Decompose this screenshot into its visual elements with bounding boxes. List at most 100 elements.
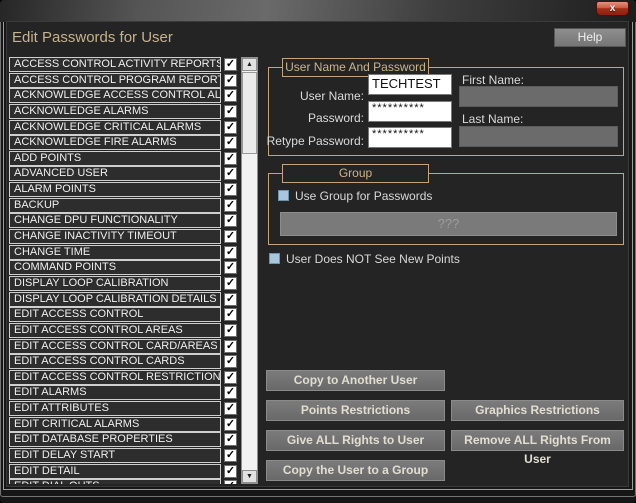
scroll-down-icon[interactable]: ▼ xyxy=(242,470,257,483)
right-label[interactable]: ACKNOWLEDGE FIRE ALARMS xyxy=(9,135,221,150)
points-restrictions-button[interactable]: Points Restrictions xyxy=(266,400,445,421)
right-label[interactable]: EDIT ACCESS CONTROL xyxy=(9,307,221,322)
right-label[interactable]: CHANGE TIME xyxy=(9,245,221,260)
right-checkbox[interactable]: ✓ xyxy=(224,386,237,399)
list-item[interactable]: EDIT ACCESS CONTROL CARD/AREAS ✓ xyxy=(9,339,239,354)
right-label[interactable]: ACKNOWLEDGE ACCESS CONTROL ALA xyxy=(9,88,221,103)
right-checkbox[interactable]: ✓ xyxy=(224,308,237,321)
right-checkbox[interactable]: ✓ xyxy=(224,480,237,484)
right-checkbox[interactable]: ✓ xyxy=(224,214,237,227)
right-checkbox[interactable]: ✓ xyxy=(224,324,237,337)
list-item[interactable]: EDIT DELAY START ✓ xyxy=(9,448,239,463)
right-label[interactable]: EDIT ACCESS CONTROL CARD/AREAS xyxy=(9,339,221,354)
use-group-checkbox[interactable] xyxy=(278,190,289,201)
right-checkbox[interactable]: ✓ xyxy=(224,340,237,353)
list-item[interactable]: EDIT ACCESS CONTROL AREAS ✓ xyxy=(9,323,239,338)
list-item[interactable]: EDIT DETAIL ✓ xyxy=(9,464,239,479)
right-checkbox[interactable]: ✓ xyxy=(224,246,237,259)
right-label[interactable]: ACKNOWLEDGE ALARMS xyxy=(9,104,221,119)
right-label[interactable]: EDIT ATTRIBUTES xyxy=(9,401,221,416)
right-checkbox[interactable]: ✓ xyxy=(224,74,237,87)
no-new-points-checkbox[interactable] xyxy=(269,253,280,264)
right-checkbox[interactable]: ✓ xyxy=(224,418,237,431)
right-label[interactable]: CHANGE INACTIVITY TIMEOUT xyxy=(9,229,221,244)
scroll-up-icon[interactable]: ▲ xyxy=(242,58,257,71)
right-label[interactable]: BACKUP xyxy=(9,198,221,213)
give-all-rights-button[interactable]: Give ALL Rights to User xyxy=(266,430,445,451)
list-item[interactable]: DISPLAY LOOP CALIBRATION DETAILS ✓ xyxy=(9,292,239,307)
right-label[interactable]: COMMAND POINTS xyxy=(9,260,221,275)
right-checkbox[interactable]: ✓ xyxy=(224,277,237,290)
copy-to-another-user-button[interactable]: Copy to Another User xyxy=(266,370,445,391)
list-item[interactable]: EDIT DIAL OUTS ✓ xyxy=(9,479,239,484)
copy-user-to-group-button[interactable]: Copy the User to a Group xyxy=(266,460,445,481)
password-input[interactable]: ********** xyxy=(368,101,452,122)
right-label[interactable]: EDIT ACCESS CONTROL CARDS xyxy=(9,354,221,369)
right-label[interactable]: DISPLAY LOOP CALIBRATION DETAILS xyxy=(9,292,221,307)
user-name-input[interactable]: TECHTEST xyxy=(368,74,452,95)
list-item[interactable]: COMMAND POINTS ✓ xyxy=(9,260,239,275)
list-item[interactable]: EDIT ACCESS CONTROL CARDS ✓ xyxy=(9,354,239,369)
list-item[interactable]: EDIT ALARMS ✓ xyxy=(9,385,239,400)
right-checkbox[interactable]: ✓ xyxy=(224,449,237,462)
right-checkbox[interactable]: ✓ xyxy=(224,58,237,71)
right-label[interactable]: ACCESS CONTROL ACTIVITY REPORTS xyxy=(9,57,221,72)
list-item[interactable]: ACKNOWLEDGE CRITICAL ALARMS ✓ xyxy=(9,120,239,135)
right-label[interactable]: ALARM POINTS xyxy=(9,182,221,197)
right-label[interactable]: CHANGE DPU FUNCTIONALITY xyxy=(9,213,221,228)
right-checkbox[interactable]: ✓ xyxy=(224,183,237,196)
right-label[interactable]: ADVANCED USER xyxy=(9,166,221,181)
right-checkbox[interactable]: ✓ xyxy=(224,355,237,368)
right-label[interactable]: EDIT DATABASE PROPERTIES xyxy=(9,432,221,447)
edit-passwords-dialog: x Edit Passwords for User Help ACCESS CO… xyxy=(0,0,636,503)
list-item[interactable]: ACCESS CONTROL ACTIVITY REPORTS ✓ xyxy=(9,57,239,72)
right-checkbox[interactable]: ✓ xyxy=(224,152,237,165)
right-checkbox[interactable]: ✓ xyxy=(224,105,237,118)
list-item[interactable]: CHANGE TIME ✓ xyxy=(9,245,239,260)
right-checkbox[interactable]: ✓ xyxy=(224,136,237,149)
help-button[interactable]: Help xyxy=(554,28,626,47)
list-item[interactable]: ALARM POINTS ✓ xyxy=(9,182,239,197)
right-label[interactable]: EDIT ACCESS CONTROL RESTRICTIONS xyxy=(9,370,221,385)
right-checkbox[interactable]: ✓ xyxy=(224,433,237,446)
list-item[interactable]: EDIT ATTRIBUTES ✓ xyxy=(9,401,239,416)
list-item[interactable]: EDIT ACCESS CONTROL ✓ xyxy=(9,307,239,322)
right-label[interactable]: ACCESS CONTROL PROGRAM REPORTS xyxy=(9,73,221,88)
right-checkbox[interactable]: ✓ xyxy=(224,121,237,134)
close-icon[interactable]: x xyxy=(596,1,629,16)
graphics-restrictions-button[interactable]: Graphics Restrictions xyxy=(451,400,624,421)
list-item[interactable]: EDIT ACCESS CONTROL RESTRICTIONS ✓ xyxy=(9,370,239,385)
right-label[interactable]: EDIT ACCESS CONTROL AREAS xyxy=(9,323,221,338)
list-item[interactable]: ACKNOWLEDGE ALARMS ✓ xyxy=(9,104,239,119)
retype-password-input[interactable]: ********** xyxy=(368,127,452,148)
right-label[interactable]: DISPLAY LOOP CALIBRATION xyxy=(9,276,221,291)
remove-all-rights-button[interactable]: Remove ALL Rights From User xyxy=(451,430,624,451)
list-item[interactable]: ADVANCED USER ✓ xyxy=(9,166,239,181)
list-item[interactable]: BACKUP ✓ xyxy=(9,198,239,213)
right-checkbox[interactable]: ✓ xyxy=(224,167,237,180)
list-item[interactable]: DISPLAY LOOP CALIBRATION ✓ xyxy=(9,276,239,291)
right-checkbox[interactable]: ✓ xyxy=(224,293,237,306)
list-item[interactable]: ACKNOWLEDGE FIRE ALARMS ✓ xyxy=(9,135,239,150)
right-label[interactable]: EDIT ALARMS xyxy=(9,385,221,400)
right-checkbox[interactable]: ✓ xyxy=(224,230,237,243)
list-item[interactable]: ADD POINTS ✓ xyxy=(9,151,239,166)
right-checkbox[interactable]: ✓ xyxy=(224,199,237,212)
right-checkbox[interactable]: ✓ xyxy=(224,465,237,478)
list-item[interactable]: CHANGE INACTIVITY TIMEOUT ✓ xyxy=(9,229,239,244)
list-item[interactable]: ACKNOWLEDGE ACCESS CONTROL ALA ✓ xyxy=(9,88,239,103)
right-label[interactable]: EDIT CRITICAL ALARMS xyxy=(9,417,221,432)
right-checkbox[interactable]: ✓ xyxy=(224,402,237,415)
right-checkbox[interactable]: ✓ xyxy=(224,371,237,384)
right-label[interactable]: EDIT DIAL OUTS xyxy=(9,479,221,484)
list-item[interactable]: CHANGE DPU FUNCTIONALITY ✓ xyxy=(9,213,239,228)
list-item[interactable]: EDIT CRITICAL ALARMS ✓ xyxy=(9,417,239,432)
list-item[interactable]: EDIT DATABASE PROPERTIES ✓ xyxy=(9,432,239,447)
right-label[interactable]: ACKNOWLEDGE CRITICAL ALARMS xyxy=(9,120,221,135)
right-label[interactable]: EDIT DETAIL xyxy=(9,464,221,479)
list-item[interactable]: ACCESS CONTROL PROGRAM REPORTS ✓ xyxy=(9,73,239,88)
right-label[interactable]: EDIT DELAY START xyxy=(9,448,221,463)
right-checkbox[interactable]: ✓ xyxy=(224,89,237,102)
right-label[interactable]: ADD POINTS xyxy=(9,151,221,166)
right-checkbox[interactable]: ✓ xyxy=(224,261,237,274)
